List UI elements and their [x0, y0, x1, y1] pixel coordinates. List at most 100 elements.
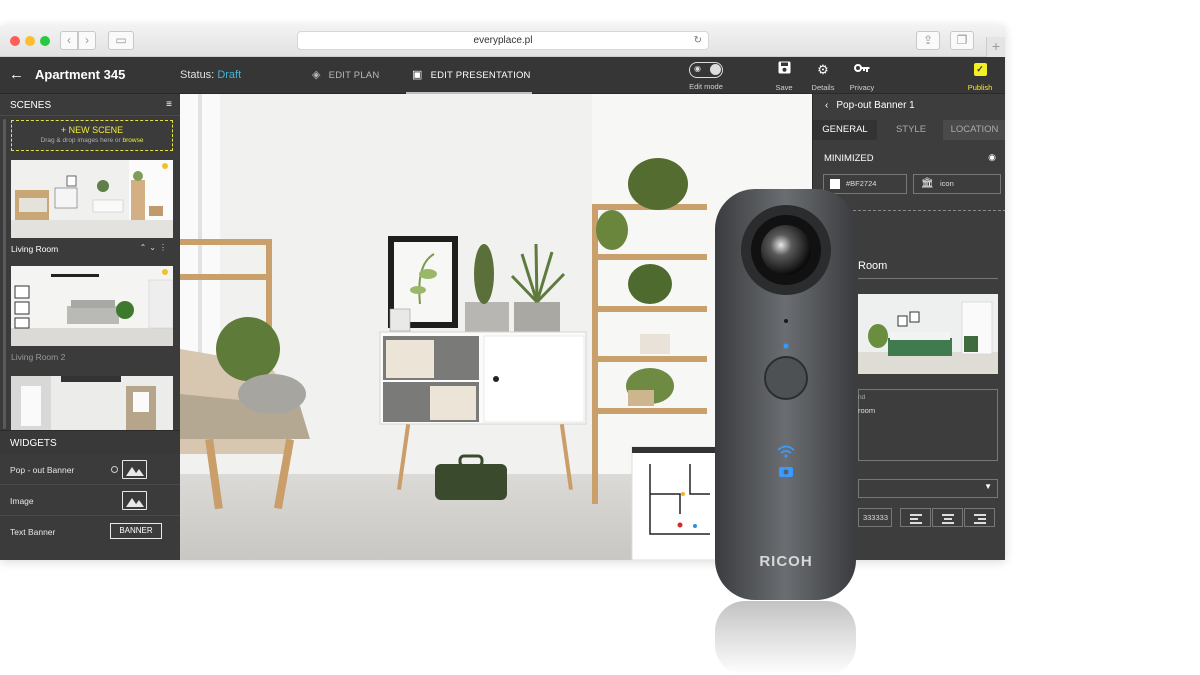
align-center-icon	[942, 514, 954, 516]
maximize-window-button[interactable]	[40, 36, 50, 46]
scenes-header: SCENES ≡	[0, 94, 180, 116]
share-button[interactable]: ⇪	[916, 31, 940, 50]
sidebar-icon: ▭	[115, 33, 127, 47]
align-left-icon	[910, 514, 922, 516]
image-icon	[122, 460, 147, 479]
tabs-overview-button[interactable]: ❐	[950, 31, 974, 50]
scene-label-living-room: Living Room	[11, 244, 59, 254]
tab-style[interactable]: STYLE	[879, 120, 943, 140]
more-icon[interactable]: ⋮	[159, 243, 170, 252]
tab-edit-presentation-label: EDIT PRESENTATION	[430, 70, 531, 81]
dropdown-caret-icon: ▼	[984, 482, 992, 491]
bank-icon: 🏛	[921, 178, 934, 189]
publish-button[interactable]: ✓ Publish	[960, 61, 1000, 92]
browser-toolbar: ‹ › ▭ everyplace.pl ↻ ⇪ ❐ +	[0, 25, 1005, 57]
font-select[interactable]: ▼	[858, 479, 998, 498]
status-value: Draft	[217, 69, 242, 81]
scene-label-living-room-2: Living Room 2	[11, 352, 66, 362]
icon-field[interactable]: 🏛 icon	[913, 174, 1001, 194]
panel-tabs: GENERAL STYLE LOCATION	[813, 120, 1005, 140]
new-scene-hint: Drag & drop images here or browse	[40, 137, 144, 144]
address-bar[interactable]: everyplace.pl ↻	[297, 31, 709, 50]
textarea-value: room	[858, 406, 876, 415]
edit-mode-toggle[interactable]: ◉ Edit mode	[686, 61, 726, 91]
scenes-sidebar: SCENES ≡ + NEW SCENE Drag & drop images …	[0, 94, 180, 560]
tab-edit-presentation[interactable]: ▣ EDIT PRESENTATION	[406, 57, 532, 94]
publish-icon: ✓	[973, 63, 987, 76]
align-left-button[interactable]	[900, 508, 931, 527]
tab-edit-plan[interactable]: ◈ EDIT PLAN	[312, 57, 379, 94]
panel-title-text: Pop-out Banner 1	[836, 100, 915, 111]
widget-label: Pop - out Banner	[10, 465, 75, 475]
text-color-field[interactable]: 333333	[858, 508, 892, 527]
gear-icon: ⚙	[817, 62, 829, 77]
scene-thumbnail-3[interactable]	[11, 376, 173, 430]
move-up-icon[interactable]: ⌃	[140, 243, 150, 252]
presentation-icon: ▣	[412, 69, 423, 81]
radio-icon[interactable]	[111, 466, 118, 473]
privacy-label: Privacy	[849, 83, 875, 92]
new-scene-label: + NEW SCENE	[60, 125, 124, 135]
image-icon	[122, 491, 147, 510]
reload-icon[interactable]: ↻	[694, 32, 702, 49]
url-text: everyplace.pl	[473, 35, 533, 46]
close-window-button[interactable]	[10, 36, 20, 46]
publish-label: Publish	[967, 83, 993, 92]
details-button[interactable]: ⚙ Details	[803, 61, 843, 92]
scenes-title: SCENES	[10, 100, 52, 111]
align-right-icon	[974, 514, 986, 516]
align-center-button[interactable]	[932, 508, 963, 527]
tab-location[interactable]: LOCATION	[943, 120, 1005, 140]
back-arrow-icon[interactable]: ←	[9, 66, 24, 83]
color-value: #BF2724	[846, 179, 877, 188]
details-label: Details	[811, 83, 835, 92]
save-label: Save	[775, 83, 793, 92]
icon-value: icon	[940, 179, 954, 188]
app-header: ← Apartment 345 Status: Draft ◈ EDIT PLAN…	[0, 57, 1005, 94]
key-icon	[842, 61, 882, 79]
widget-image[interactable]: Image	[0, 485, 180, 516]
banner-image-preview[interactable]	[858, 294, 998, 374]
edit-mode-label: Edit mode	[689, 82, 723, 91]
banner-title: Room	[858, 260, 888, 272]
scene-thumbnail-living-room[interactable]	[11, 160, 173, 238]
browse-link[interactable]: browse	[123, 137, 144, 144]
chevron-right-icon: ›	[85, 33, 89, 47]
camera-brand-logo: RICOH	[759, 553, 812, 570]
scene-controls[interactable]: ⌃⌄⋮	[140, 243, 170, 252]
privacy-button[interactable]: Privacy	[842, 61, 882, 92]
description-textarea[interactable]	[858, 389, 998, 461]
scene-thumbnail-living-room-2[interactable]	[11, 266, 173, 346]
minimize-window-button[interactable]	[25, 36, 35, 46]
new-tab-button[interactable]: +	[986, 37, 1005, 57]
save-button[interactable]: Save	[764, 61, 804, 92]
status-indicator: Status: Draft	[180, 69, 241, 81]
scenes-scrollbar[interactable]	[3, 119, 6, 429]
tab-general[interactable]: GENERAL	[813, 120, 877, 140]
browser-forward-button[interactable]: ›	[78, 31, 96, 50]
eye-icon[interactable]: ◉	[988, 152, 996, 163]
panel-title: ‹ Pop-out Banner 1	[825, 100, 915, 111]
widgets-header: WIDGETS	[0, 430, 180, 454]
widget-label: Image	[10, 496, 34, 506]
save-icon	[764, 61, 804, 79]
status-label: Status:	[180, 69, 215, 81]
widget-pop-out-banner[interactable]: Pop - out Banner	[0, 454, 180, 485]
project-title: Apartment 345	[35, 67, 126, 82]
menu-icon[interactable]: ≡	[166, 99, 172, 110]
camera-reflection	[714, 601, 857, 675]
new-scene-dropzone[interactable]: + NEW SCENE Drag & drop images here or b…	[11, 120, 173, 151]
move-down-icon[interactable]: ⌄	[149, 243, 159, 252]
widget-text-banner[interactable]: Text Banner BANNER	[0, 516, 180, 547]
widget-label: Text Banner	[10, 527, 56, 537]
textarea-label: nd	[858, 394, 866, 401]
tab-edit-plan-label: EDIT PLAN	[328, 70, 380, 81]
stage: ‹ › ▭ everyplace.pl ↻ ⇪ ❐ + ← Apartment …	[0, 0, 1200, 675]
sidebar-toggle-button[interactable]: ▭	[108, 31, 134, 50]
title-underline	[858, 278, 998, 279]
browser-back-button[interactable]: ‹	[60, 31, 78, 50]
chevron-left-icon[interactable]: ‹	[825, 100, 828, 111]
align-right-button[interactable]	[964, 508, 995, 527]
banner-button[interactable]: BANNER	[110, 523, 162, 539]
chevron-left-icon: ‹	[67, 33, 71, 47]
